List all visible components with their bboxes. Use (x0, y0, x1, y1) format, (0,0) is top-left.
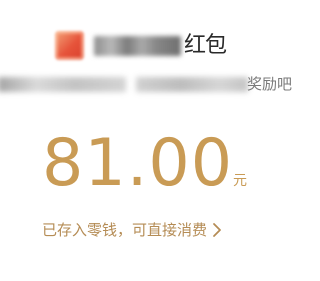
amount-value: 81.00 (42, 126, 234, 201)
red-packet-detail: 红包 奖励吧 81.00 元 已存入零钱，可直接消费 (0, 0, 300, 281)
subtitle-text: 奖励吧 (247, 75, 293, 93)
title-blurred (94, 36, 181, 56)
page-title: 红包 (184, 33, 227, 58)
app-logo-icon (55, 31, 84, 60)
chevron-right-icon[interactable] (211, 222, 223, 238)
subtitle-blurred-right (136, 77, 248, 92)
amount-row: 81.00 元 (0, 128, 300, 208)
wallet-link[interactable]: 已存入零钱，可直接消费 (42, 218, 223, 242)
subtitle-blurred-left (0, 77, 126, 92)
wallet-link-label[interactable]: 已存入零钱，可直接消费 (42, 219, 207, 241)
amount-unit: 元 (233, 173, 247, 189)
header: 红包 (0, 30, 300, 62)
subtitle: 奖励吧 (0, 70, 300, 98)
